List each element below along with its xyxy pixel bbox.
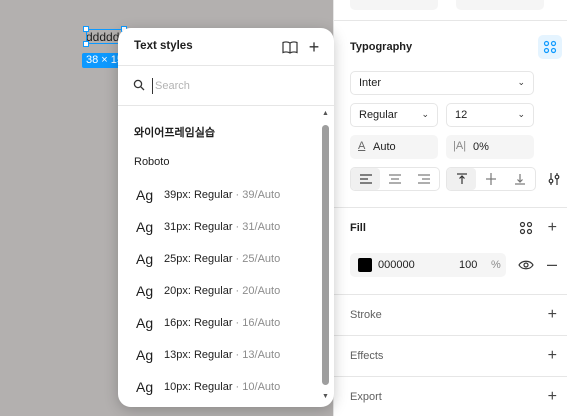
popover-title: Text styles [134, 40, 193, 52]
style-preview: Ag [136, 251, 154, 267]
divider [334, 20, 567, 21]
line-height-icon: A [358, 140, 366, 152]
popover-header: Text styles + [118, 28, 334, 66]
fill-color-field[interactable]: 000000 100 % [350, 253, 506, 277]
search-icon [133, 79, 145, 91]
text-style-item[interactable]: Ag 31px: Regular · 31/Auto [118, 211, 320, 243]
line-height-value: Auto [373, 141, 396, 153]
style-group-label: 와이어프레임실습 [134, 127, 215, 139]
align-bottom-icon[interactable] [505, 168, 534, 190]
style-preview: Ag [136, 187, 154, 203]
style-preview: Ag [136, 379, 154, 395]
font-weight-value: Regular [359, 109, 398, 121]
scrollbar[interactable]: ▲ ▼ [321, 110, 330, 402]
typography-title: Typography [350, 41, 413, 53]
line-height-field[interactable]: A Auto [350, 135, 438, 159]
add-export-button[interactable]: + [548, 389, 557, 405]
style-meta: · 10/Auto [232, 381, 281, 393]
style-name: 39px: Regular [164, 189, 233, 201]
style-name: 10px: Regular [164, 381, 233, 393]
style-group-label: Roboto [134, 156, 170, 168]
style-preview: Ag [136, 283, 154, 299]
divider [334, 335, 567, 336]
style-meta: · 20/Auto [232, 285, 281, 297]
chevron-down-icon: ⌄ [517, 77, 525, 87]
eye-icon[interactable] [514, 253, 538, 277]
font-family-select[interactable]: Inter ⌄ [350, 71, 534, 95]
chevron-down-icon: ⌄ [517, 109, 525, 119]
add-stroke-button[interactable]: + [548, 307, 557, 323]
divider [334, 207, 567, 208]
fill-opacity-unit: % [491, 259, 501, 271]
stroke-title: Stroke [350, 309, 382, 321]
style-preview: Ag [136, 347, 154, 363]
style-name: 16px: Regular [164, 317, 233, 329]
resize-handle-top-left[interactable] [83, 26, 89, 32]
type-settings-icon[interactable] [542, 167, 566, 191]
scroll-up-icon[interactable]: ▲ [321, 110, 330, 118]
library-book-icon[interactable] [278, 35, 302, 59]
properties-panel: 100% 0 Typography Inter ⌄ Regular ⌄ 12 ⌄… [333, 0, 567, 416]
fill-styles-icon[interactable] [514, 216, 538, 240]
text-styles-popover: Text styles + 와이어프레임실습 Roboto Ag 39px: R… [118, 28, 334, 407]
effects-title: Effects [350, 350, 384, 362]
style-name: 13px: Regular [164, 349, 233, 361]
style-meta: · 31/Auto [232, 221, 281, 233]
text-style-item[interactable]: Ag 25px: Regular · 25/Auto [118, 243, 320, 275]
style-name: 31px: Regular [164, 221, 233, 233]
font-weight-select[interactable]: Regular ⌄ [350, 103, 438, 127]
layer-fields-row: 100% 0 [350, 0, 550, 10]
text-style-item[interactable]: Ag 10px: Regular · 10/Auto [118, 371, 320, 403]
opacity-field[interactable]: 100% [350, 0, 438, 10]
text-style-item[interactable]: Ag 13px: Regular · 13/Auto [118, 339, 320, 371]
style-meta: · 25/Auto [232, 253, 281, 265]
fill-swatch[interactable] [358, 258, 372, 272]
horizontal-align-group [350, 167, 440, 191]
add-fill-button[interactable]: + [548, 220, 557, 236]
style-name: 20px: Regular [164, 285, 233, 297]
letter-spacing-field[interactable]: |A| 0% [446, 135, 534, 159]
add-effect-button[interactable]: + [548, 348, 557, 364]
export-title: Export [350, 391, 382, 403]
align-right-icon[interactable] [409, 168, 438, 190]
style-preview: Ag [136, 315, 154, 331]
font-family-value: Inter [359, 77, 382, 89]
text-style-item[interactable]: Ag 20px: Regular · 20/Auto [118, 275, 320, 307]
style-meta: · 16/Auto [232, 317, 281, 329]
scroll-down-icon[interactable]: ▼ [321, 393, 330, 401]
letter-spacing-value: 0% [473, 141, 489, 153]
create-style-button[interactable]: + [302, 35, 326, 59]
fill-title: Fill [350, 222, 366, 234]
chevron-down-icon: ⌄ [421, 109, 429, 119]
divider [334, 294, 567, 295]
font-size-value: 12 [455, 109, 468, 121]
resize-handle-bottom-left[interactable] [83, 41, 89, 47]
style-meta: · 39/Auto [232, 189, 281, 201]
style-preview: Ag [136, 219, 154, 235]
align-top-icon[interactable] [447, 168, 476, 190]
align-middle-icon[interactable] [476, 168, 505, 190]
fill-opacity-value: 100 [459, 259, 478, 271]
remove-fill-button[interactable]: – [547, 255, 557, 273]
font-size-select[interactable]: 12 ⌄ [446, 103, 534, 127]
vertical-align-group [446, 167, 536, 191]
text-style-item[interactable]: Ag 16px: Regular · 16/Auto [118, 307, 320, 339]
style-meta: · 13/Auto [232, 349, 281, 361]
text-style-item[interactable]: Ag 39px: Regular · 39/Auto [118, 179, 320, 211]
scrollbar-thumb[interactable] [322, 125, 329, 385]
align-center-icon[interactable] [380, 168, 409, 190]
divider [334, 376, 567, 377]
letter-spacing-icon: |A| [453, 140, 467, 152]
radius-field[interactable]: 0 [456, 0, 544, 10]
style-name: 25px: Regular [164, 253, 233, 265]
styles-grid-icon[interactable] [538, 35, 562, 59]
align-left-icon[interactable] [351, 168, 380, 190]
search-bar [118, 66, 334, 106]
fill-hex-value: 000000 [378, 259, 415, 271]
search-input[interactable] [152, 78, 312, 94]
